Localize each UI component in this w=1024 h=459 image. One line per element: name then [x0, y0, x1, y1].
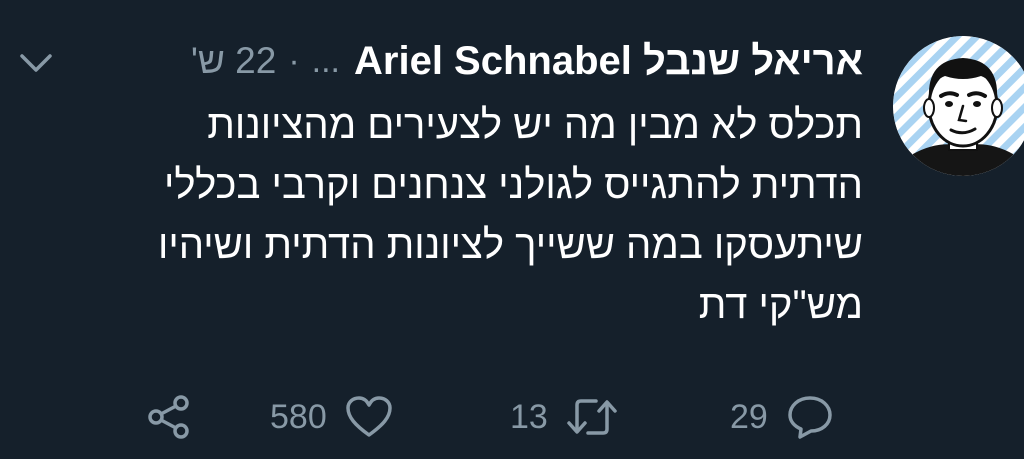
reply-icon — [788, 396, 832, 439]
like-button[interactable]: 580 — [270, 385, 393, 449]
author-handle[interactable]: ... — [312, 36, 340, 86]
tweet-text-line: מש"קי דת — [698, 283, 863, 327]
tweet-header: אריאל שנבל Ariel Schnabel ... · 22 ש' — [191, 36, 863, 86]
share-button[interactable] — [146, 385, 192, 449]
tweet-text-line: תכלס לא מבין מה יש לצעירים מהציונות — [207, 103, 863, 147]
cartoon-man-avatar-icon — [893, 36, 1024, 176]
author-avatar[interactable] — [893, 36, 1024, 176]
tweet-timestamp[interactable]: 22 ש' — [191, 36, 277, 86]
author-display-name[interactable]: אריאל שנבל Ariel Schnabel — [354, 36, 863, 86]
heart-icon — [345, 396, 392, 437]
like-count: 580 — [270, 397, 327, 436]
retweet-icon — [567, 399, 617, 435]
tweet-text-line: שיתעסקו במה ששייך לציונות הדתית ושיהיו — [157, 223, 863, 267]
header-separator: · — [288, 42, 300, 80]
retweet-button[interactable]: 13 — [510, 385, 618, 449]
tweet[interactable]: אריאל שנבל Ariel Schnabel ... · 22 ש' תכ… — [0, 0, 1024, 459]
tweet-text-line: הדתית להתגייס לגולני צנחנים וקרבי בכללי — [163, 163, 863, 207]
reply-button[interactable]: 29 — [730, 385, 834, 449]
tweet-text: תכלס לא מבין מה יש לצעירים מהציונות הדתי… — [103, 95, 863, 335]
reply-count: 29 — [730, 397, 768, 436]
tweet-action-bar: 580 13 29 — [0, 385, 1024, 449]
retweet-count: 13 — [510, 397, 548, 436]
share-icon — [148, 395, 189, 439]
chevron-down-icon[interactable] — [18, 48, 54, 78]
